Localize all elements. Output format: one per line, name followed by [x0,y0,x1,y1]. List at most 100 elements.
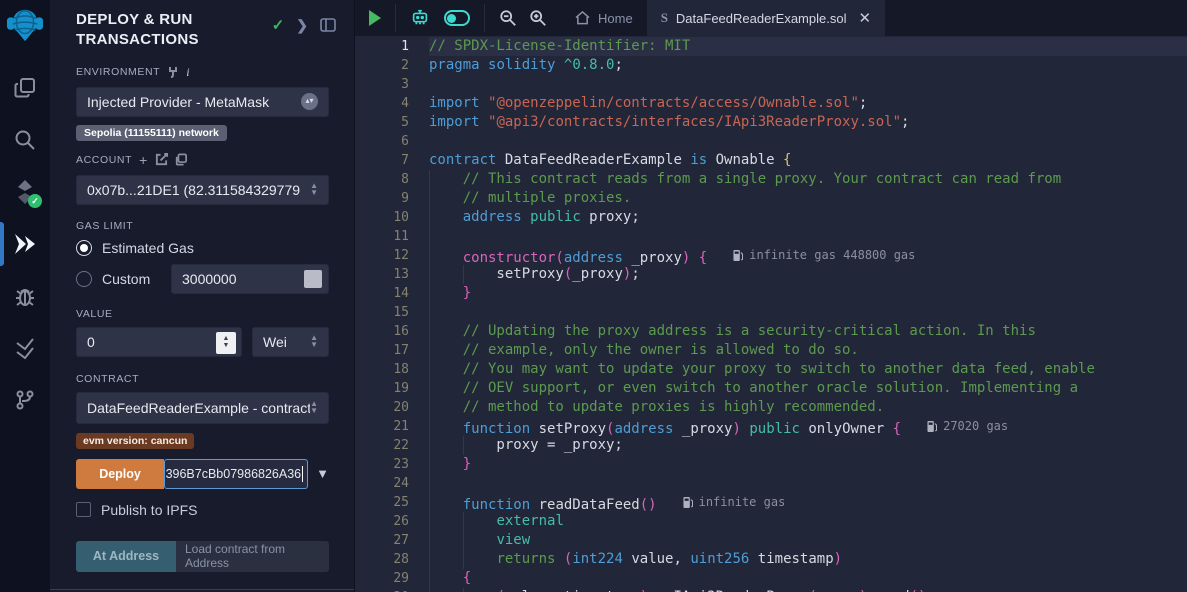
zoom-in-icon[interactable] [529,9,547,27]
ai-copilot-robot-icon[interactable] [410,8,430,28]
custom-gas-input[interactable]: 3000000 [171,264,329,294]
estimated-gas-radio[interactable] [76,240,92,256]
code-line[interactable]: proxy = _proxy; [429,436,1187,455]
custom-gas-option[interactable]: Custom 3000000 [76,264,329,294]
code-line[interactable]: view [429,531,1187,550]
remix-logo-icon[interactable] [6,6,44,44]
line-number[interactable]: 24 [355,474,429,493]
line-number[interactable]: 7 [355,151,429,170]
contract-select[interactable]: DataFeedReaderExample - contracts ▲▼ [76,392,329,424]
line-number[interactable]: 10 [355,208,429,227]
zoom-out-icon[interactable] [499,9,517,27]
code-line[interactable]: } [429,455,1187,474]
value-input[interactable]: 0 ▲▼ [76,327,242,357]
expand-args-chevron-icon[interactable]: ▼ [316,466,329,481]
panel-collapse-chevron-icon[interactable]: ❯ [296,17,308,34]
code-line[interactable]: address public proxy; [429,208,1187,227]
code-line[interactable] [429,132,1187,151]
info-icon[interactable]: i [186,65,190,80]
line-number[interactable]: 18 [355,360,429,379]
line-number[interactable]: 14 [355,284,429,303]
code-line[interactable]: (value, timestamp) = IApi3ReaderProxy(pr… [429,588,1187,592]
at-address-input[interactable]: Load contract from Address [176,541,329,572]
line-number[interactable]: 25 [355,493,429,512]
code-line[interactable]: // Updating the proxy address is a secur… [429,322,1187,341]
code-editor[interactable]: 1234567891011121314151617181920212223242… [355,36,1187,592]
custom-gas-radio[interactable] [76,271,92,287]
add-account-icon[interactable]: + [139,152,148,168]
line-number[interactable]: 11 [355,227,429,246]
line-number[interactable]: 28 [355,550,429,569]
code-line[interactable]: { [429,569,1187,588]
line-number[interactable]: 17 [355,341,429,360]
pin-panel-icon[interactable] [320,18,336,32]
line-number[interactable]: 8 [355,170,429,189]
run-script-play-button[interactable] [369,10,381,26]
sidebar-item-deploy-run[interactable] [0,218,50,270]
line-number[interactable]: 27 [355,531,429,550]
code-line[interactable]: setProxy(_proxy); [429,265,1187,284]
account-select[interactable]: 0x07b...21DE1 (82.311584329779 ▲▼ [76,175,329,205]
line-number[interactable]: 23 [355,455,429,474]
line-number[interactable]: 9 [355,189,429,208]
code-line[interactable] [429,75,1187,94]
deploy-button[interactable]: Deploy [76,459,164,489]
line-number[interactable]: 6 [355,132,429,151]
code-line[interactable]: function setProxy(address _proxy) public… [429,417,1187,436]
tab-datafeedreaderexample[interactable]: S DataFeedReaderExample.sol ✕ [647,0,885,36]
code-line[interactable]: // example, only the owner is allowed to… [429,341,1187,360]
copilot-toggle[interactable] [444,10,470,26]
estimated-gas-option[interactable]: Estimated Gas [76,240,329,256]
constructor-args-input[interactable]: 0947396B7cBb07986826A36 [164,459,308,489]
environment-select[interactable]: Injected Provider - MetaMask ▴▾ [76,87,329,117]
sidebar-item-debugger[interactable] [0,270,50,322]
plug-icon[interactable] [167,66,179,78]
line-number[interactable]: 21 [355,417,429,436]
code-line[interactable] [429,303,1187,322]
line-number[interactable]: 2 [355,56,429,75]
code-line[interactable]: function readDataFeed()infinite gas [429,493,1187,512]
code-line[interactable]: // This contract reads from a single pro… [429,170,1187,189]
code-line[interactable]: // SPDX-License-Identifier: MIT [429,37,1187,56]
line-number[interactable]: 20 [355,398,429,417]
code-line[interactable]: external [429,512,1187,531]
code-line[interactable]: returns (int224 value, uint256 timestamp… [429,550,1187,569]
line-number[interactable]: 15 [355,303,429,322]
copy-icon[interactable] [175,153,187,166]
code-line[interactable]: contract DataFeedReaderExample is Ownabl… [429,151,1187,170]
sidebar-item-solidity-compiler[interactable]: ✓ [0,166,50,218]
sidebar-item-file-explorer[interactable] [0,62,50,114]
at-address-button[interactable]: At Address [76,541,176,572]
code-line[interactable]: // OEV support, or even switch to anothe… [429,379,1187,398]
publish-ipfs-row[interactable]: Publish to IPFS [76,502,329,518]
line-number[interactable]: 13 [355,265,429,284]
code-line[interactable]: // You may want to update your proxy to … [429,360,1187,379]
value-spinner-icon[interactable]: ▲▼ [216,332,236,354]
tab-home[interactable]: Home [561,0,647,36]
line-number[interactable]: 26 [355,512,429,531]
line-number[interactable]: 30 [355,588,429,592]
line-number[interactable]: 3 [355,75,429,94]
gas-spinner-icon[interactable] [304,270,322,288]
publish-ipfs-checkbox[interactable] [76,502,91,517]
code-line[interactable] [429,474,1187,493]
code-line[interactable]: pragma solidity ^0.8.0; [429,56,1187,75]
line-number[interactable]: 16 [355,322,429,341]
line-number[interactable]: 12 [355,246,429,265]
close-tab-icon[interactable]: ✕ [858,9,871,27]
line-number[interactable]: 19 [355,379,429,398]
code-line[interactable]: import "@api3/contracts/interfaces/IApi3… [429,113,1187,132]
sidebar-item-static-analysis[interactable] [0,322,50,374]
code-line[interactable]: constructor(address _proxy) {infinite ga… [429,246,1187,265]
sidebar-item-git[interactable] [0,374,50,426]
line-number[interactable]: 22 [355,436,429,455]
line-number[interactable]: 29 [355,569,429,588]
value-unit-select[interactable]: Wei ▲▼ [252,327,329,357]
code-line[interactable]: import "@openzeppelin/contracts/access/O… [429,94,1187,113]
line-number[interactable]: 1 [355,37,429,56]
code-line[interactable]: } [429,284,1187,303]
code-line[interactable] [429,227,1187,246]
code-line[interactable]: // method to update proxies is highly re… [429,398,1187,417]
line-number[interactable]: 5 [355,113,429,132]
sidebar-item-search[interactable] [0,114,50,166]
